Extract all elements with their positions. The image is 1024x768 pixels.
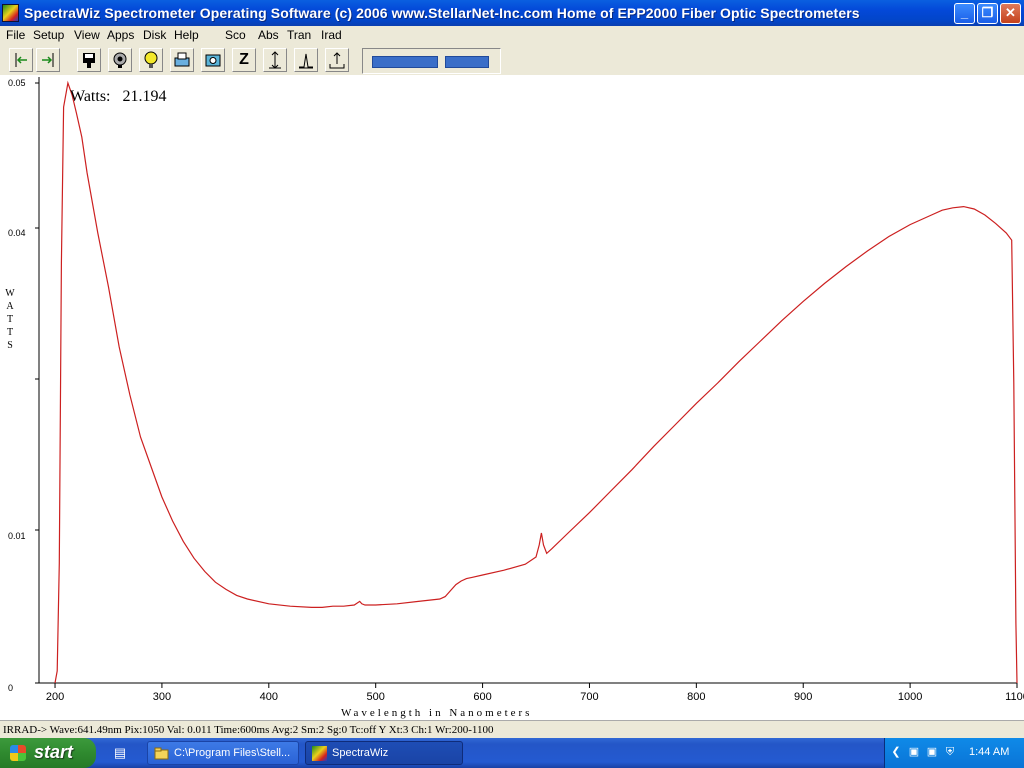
taskbar: start ▤ C:\Program Files\Stell... Spectr… [0, 738, 1024, 768]
export-icon[interactable] [325, 48, 349, 72]
system-tray: ❮ ▣ ▣ ⛨ 1:44 AM [884, 738, 1024, 768]
spectrawiz-app-icon [312, 746, 327, 761]
progress-bar-segment [445, 56, 489, 68]
close-button[interactable]: ✕ [1000, 3, 1021, 24]
taskbar-item-explorer[interactable]: C:\Program Files\Stell... [147, 741, 299, 765]
x-tick-label: 300 [153, 691, 171, 703]
y-axis-title-letter: S [7, 340, 13, 351]
x-tick-label: 1100 [1005, 691, 1024, 703]
scroll-right-icon[interactable] [36, 48, 60, 72]
peak-icon[interactable] [294, 48, 318, 72]
save-icon[interactable] [77, 48, 101, 72]
y-tick-label: 0.05 [8, 78, 26, 88]
y-tick-label: 0.04 [8, 228, 26, 238]
watts-value: 21.194 [122, 88, 167, 105]
network-icon[interactable]: ▣ [907, 745, 921, 759]
spectrum-plot[interactable]: 200 300 400 500 600 700 800 900 1000 1100 0.05 0.04… [0, 75, 1024, 720]
folder-icon [154, 747, 169, 760]
x-tick-label: 600 [473, 691, 491, 703]
lamp-icon[interactable] [108, 48, 132, 72]
menu-abs[interactable]: Abs [258, 28, 279, 42]
x-tick-label: 800 [687, 691, 705, 703]
autoscale-icon[interactable] [263, 48, 287, 72]
watts-label: Watts: [70, 88, 111, 105]
maximize-button[interactable]: ❐ [977, 3, 998, 24]
show-desktop-icon[interactable]: ▤ [112, 745, 128, 761]
x-tick-label: 900 [794, 691, 812, 703]
start-label: start [34, 742, 74, 762]
status-bar: IRRAD-> Wave:641.49nm Pix:1050 Val: 0.01… [0, 720, 1024, 738]
window-title: SpectraWiz Spectrometer Operating Softwa… [24, 5, 860, 21]
zoom-z-icon[interactable]: Z [232, 48, 256, 72]
progress-bar-segment [372, 56, 438, 68]
y-axis-title-letter: W [5, 288, 15, 299]
scroll-left-icon[interactable] [9, 48, 33, 72]
menu-bar: File Setup View Apps Disk Help Sco Abs T… [0, 26, 1024, 45]
spectrum-chart[interactable]: 200 300 400 500 600 700 800 900 1000 1100 0.05 0.04… [0, 75, 1024, 720]
y-tick-label: 0 [8, 683, 13, 693]
watts-readout: Watts: 21.194 [70, 88, 166, 106]
menu-tran[interactable]: Tran [287, 28, 311, 42]
network-disconnected-icon[interactable]: ▣ [925, 745, 939, 759]
x-tick-label: 1000 [898, 691, 922, 703]
x-tick-label: 500 [367, 691, 385, 703]
title-bar[interactable]: SpectraWiz Spectrometer Operating Softwa… [0, 0, 1024, 26]
camera-icon[interactable] [201, 48, 225, 72]
menu-irad[interactable]: Irad [321, 28, 342, 42]
x-axis-title: Wavelength in Nanometers [341, 707, 533, 719]
menu-apps[interactable]: Apps [107, 28, 134, 42]
taskbar-item-label: C:\Program Files\Stell... [174, 747, 291, 759]
menu-help[interactable]: Help [174, 28, 199, 42]
lightbulb-icon[interactable] [139, 48, 163, 72]
scan-progress-indicator [362, 48, 501, 74]
spectrum-line [54, 80, 1018, 684]
y-axis-title-letter: T [6, 314, 14, 325]
taskbar-item-spectrawiz[interactable]: SpectraWiz [305, 741, 463, 765]
menu-sco[interactable]: Sco [225, 28, 246, 42]
menu-view[interactable]: View [74, 28, 100, 42]
y-tick-label: 0.01 [8, 531, 26, 541]
status-text: IRRAD-> Wave:641.49nm Pix:1050 Val: 0.01… [3, 724, 494, 736]
menu-disk[interactable]: Disk [143, 28, 166, 42]
x-tick-label: 200 [46, 691, 64, 703]
clock: 1:44 AM [969, 746, 1010, 758]
menu-file[interactable]: File [6, 28, 25, 42]
taskbar-item-label: SpectraWiz [332, 747, 389, 759]
x-tick-label: 700 [580, 691, 598, 703]
menu-setup[interactable]: Setup [33, 28, 64, 42]
x-tick-label: 400 [260, 691, 278, 703]
y-axis-title-letter: T [6, 327, 14, 338]
spectrawiz-app-icon[interactable] [2, 4, 19, 22]
y-axis-title: W A T T S [5, 287, 15, 352]
minimize-button[interactable]: _ [954, 3, 975, 24]
windows-logo-icon [10, 745, 26, 761]
print-icon[interactable] [170, 48, 194, 72]
y-axis-title-letter: A [6, 301, 14, 312]
tray-expand-icon[interactable]: ❮ [889, 745, 903, 759]
toolbar: Z [0, 45, 1024, 75]
security-shield-icon[interactable]: ⛨ [943, 745, 957, 759]
start-button[interactable]: start [0, 738, 96, 768]
